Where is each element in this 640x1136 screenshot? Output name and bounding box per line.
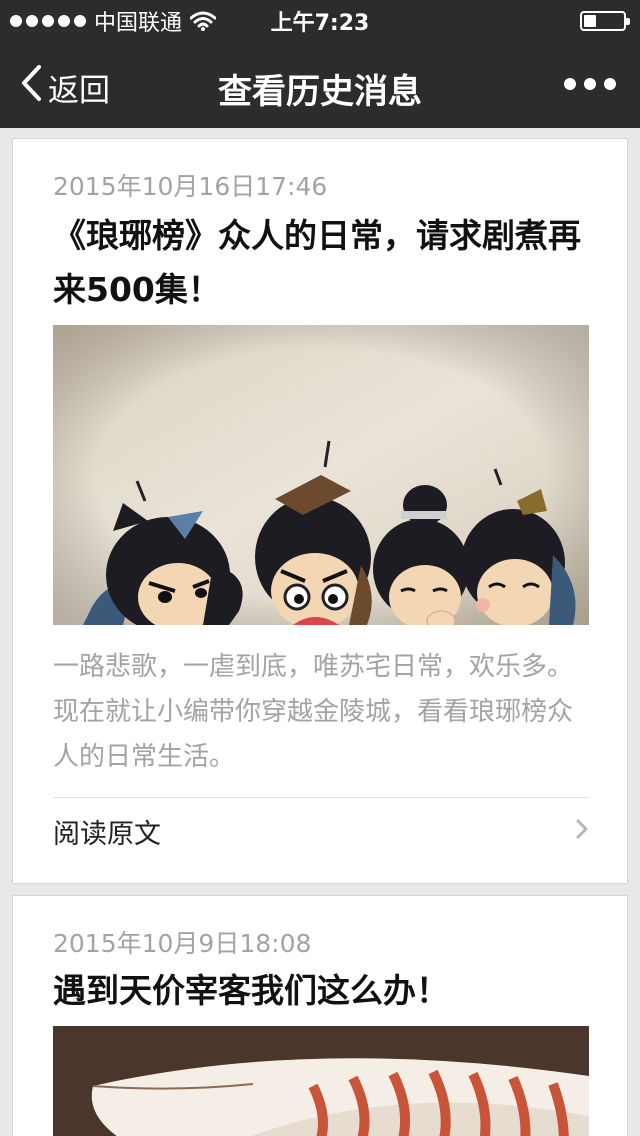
article-date: 2015年10月9日18:08 — [53, 929, 312, 958]
read-original-label: 阅读原文 — [53, 818, 161, 850]
article-title[interactable]: 《琅琊榜》众人的日常，请求剧煮再来500集！ — [53, 209, 593, 317]
article-card[interactable]: 2015年10月9日18:08 遇到天价宰客我们这么办！ — [12, 895, 628, 1136]
article-cover-image[interactable] — [53, 325, 589, 625]
back-chevron-icon — [20, 64, 42, 110]
back-label: 返回 — [48, 72, 110, 109]
back-button[interactable]: 返回 — [20, 64, 110, 110]
read-original-link[interactable]: 阅读原文 — [53, 799, 589, 863]
article-title[interactable]: 遇到天价宰客我们这么办！ — [53, 964, 593, 1018]
article-card[interactable]: 2015年10月16日17:46 《琅琊榜》众人的日常，请求剧煮再来500集！ — [12, 138, 628, 884]
clock: 上午7:23 — [270, 11, 370, 36]
status-bar: 中国联通 上午7:23 — [0, 0, 640, 42]
article-summary: 一路悲歌，一虐到底，唯苏宅日常，欢乐多。 现在就让小编带你穿越金陵城，看看琅琊榜… — [53, 652, 574, 772]
more-dots-icon[interactable] — [564, 78, 616, 90]
divider — [53, 797, 589, 798]
nav-bar: 返回 查看历史消息 — [0, 42, 640, 128]
article-cover-image[interactable] — [53, 1026, 589, 1136]
battery-icon — [580, 11, 630, 31]
chevron-right-icon — [575, 818, 589, 844]
article-date: 2015年10月16日17:46 — [53, 172, 328, 201]
